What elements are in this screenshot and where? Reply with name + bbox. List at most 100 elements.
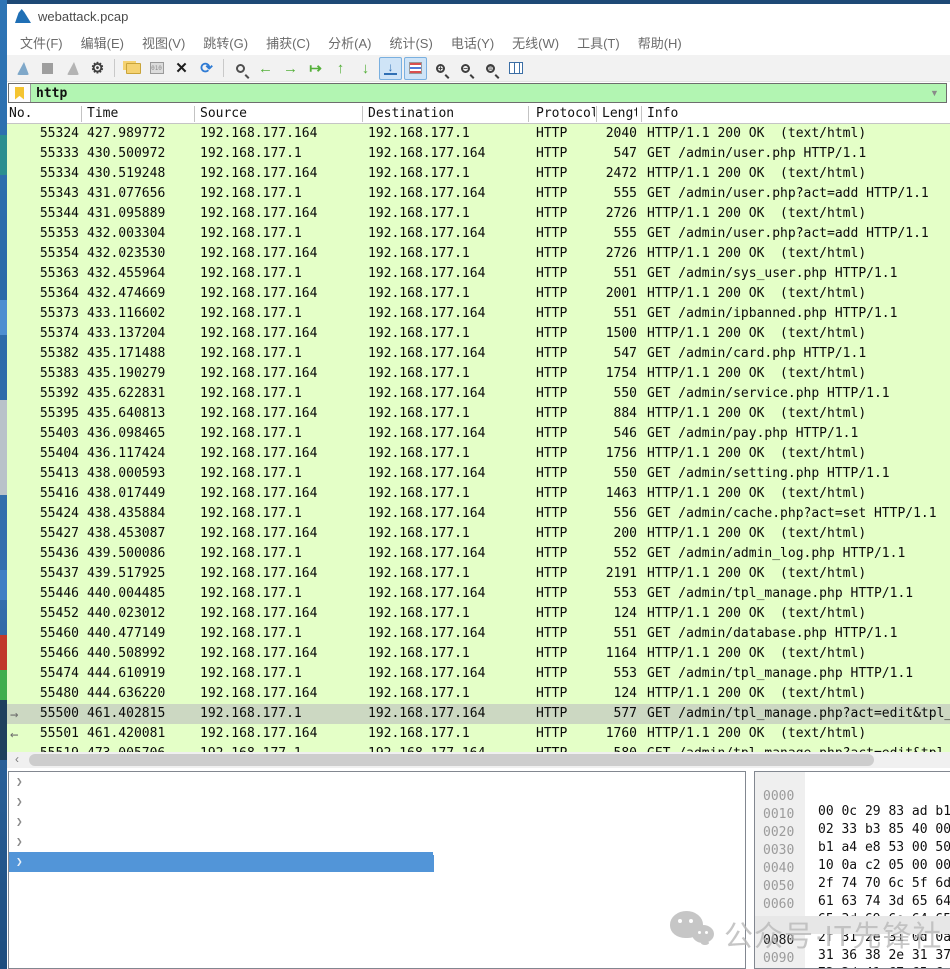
packet-row[interactable]: 55501 461.420081 192.168.177.164 192.168… — [7, 724, 950, 744]
packet-row[interactable]: 55374 433.137204 192.168.177.164 192.168… — [7, 324, 950, 344]
menu-item[interactable]: 捕获(C) — [257, 30, 319, 55]
column-header-time[interactable]: Time — [87, 104, 193, 123]
packet-list-header[interactable]: No. Time Source Destination Protocol Len… — [7, 104, 950, 124]
packet-row[interactable]: 55392 435.622831 192.168.177.1 192.168.1… — [7, 384, 950, 404]
go-last-packet-button[interactable]: ↓ — [354, 57, 377, 80]
filter-bookmark-button[interactable] — [9, 84, 31, 102]
packet-row[interactable]: 55324 427.989772 192.168.177.164 192.168… — [7, 124, 950, 144]
hex-row[interactable]: 00a0 2f 35 2e 30 20 28 — [755, 952, 950, 969]
horizontal-scrollbar[interactable]: ‹ — [7, 752, 950, 768]
packet-row[interactable]: 55403 436.098465 192.168.177.1 192.168.1… — [7, 424, 950, 444]
packet-row[interactable]: 55437 439.517925 192.168.177.164 192.168… — [7, 564, 950, 584]
packet-row[interactable]: 55333 430.500972 192.168.177.1 192.168.1… — [7, 144, 950, 164]
scroll-left-button[interactable]: ‹ — [9, 753, 25, 767]
menu-item[interactable]: 文件(F) — [11, 30, 72, 55]
packet-row[interactable]: 55474 444.610919 192.168.177.1 192.168.1… — [7, 664, 950, 684]
zoom-reset-button[interactable]: = — [479, 57, 502, 80]
packet-row[interactable]: 55466 440.508992 192.168.177.164 192.168… — [7, 644, 950, 664]
zoom-in-button[interactable]: + — [429, 57, 452, 80]
packet-row[interactable]: 55446 440.004485 192.168.177.1 192.168.1… — [7, 584, 950, 604]
go-to-packet-button[interactable]: ↦ — [304, 57, 327, 80]
packet-row[interactable]: 55363 432.455964 192.168.177.1 192.168.1… — [7, 264, 950, 284]
packet-row[interactable]: 55354 432.023530 192.168.177.164 192.168… — [7, 244, 950, 264]
column-divider[interactable] — [362, 106, 363, 122]
resize-columns-button[interactable] — [504, 57, 527, 80]
detail-tree-item[interactable]: ❯ Transmission Control Protocol, Src Por… — [9, 832, 745, 852]
close-file-button[interactable]: ✕ — [170, 57, 193, 80]
stop-capture-button[interactable] — [36, 57, 59, 80]
save-file-button[interactable]: 010 — [145, 57, 168, 80]
expand-chevron-icon[interactable]: ❯ — [16, 815, 23, 828]
column-divider[interactable] — [596, 106, 597, 122]
expand-chevron-icon[interactable]: ❯ — [16, 835, 23, 848]
detail-tree-item[interactable]: ❯ Internet Protocol Version 4, Src: 192.… — [9, 812, 745, 832]
column-header-no[interactable]: No. — [7, 104, 79, 123]
start-capture-button[interactable] — [11, 57, 34, 80]
packet-row[interactable]: 55344 431.095889 192.168.177.164 192.168… — [7, 204, 950, 224]
menu-item[interactable]: 电话(Y) — [442, 30, 503, 55]
column-header-length[interactable]: Length — [602, 104, 637, 123]
capture-options-button[interactable]: ⚙ — [86, 57, 109, 80]
filter-input[interactable]: http — [31, 84, 930, 102]
column-divider[interactable] — [81, 106, 82, 122]
zoom-out-button[interactable]: − — [454, 57, 477, 80]
column-divider[interactable] — [528, 106, 529, 122]
reload-file-button[interactable]: ⟳ — [195, 57, 218, 80]
open-file-button[interactable] — [120, 57, 143, 80]
expand-chevron-icon[interactable]: ❯ — [16, 795, 23, 808]
packet-row[interactable]: 55519 473.005706 192.168.177.1 192.168.1… — [7, 744, 950, 752]
packet-row[interactable]: 55416 438.017449 192.168.177.164 192.168… — [7, 484, 950, 504]
menu-item[interactable]: 跳转(G) — [194, 30, 257, 55]
packet-row[interactable]: 55460 440.477149 192.168.177.1 192.168.1… — [7, 624, 950, 644]
column-divider[interactable] — [194, 106, 195, 122]
packet-row[interactable]: 55353 432.003304 192.168.177.1 192.168.1… — [7, 224, 950, 244]
hex-row[interactable]: 0050 61 63 74 3d 65 64 — [755, 862, 950, 880]
column-header-source[interactable]: Source — [200, 104, 361, 123]
packet-row[interactable]: 55452 440.023012 192.168.177.164 192.168… — [7, 604, 950, 624]
packet-row[interactable]: 55364 432.474669 192.168.177.164 192.168… — [7, 284, 950, 304]
packet-row[interactable]: 55373 433.116602 192.168.177.1 192.168.1… — [7, 304, 950, 324]
expand-chevron-icon[interactable]: ❯ — [16, 855, 23, 868]
hex-row[interactable]: 0070 2f 31 2e 31 0d 0a — [755, 898, 950, 916]
hex-row[interactable]: 0020 b1 a4 e8 53 00 50 — [755, 808, 950, 826]
hex-row[interactable]: 0060 65 3d 69 6e 64 65 — [755, 880, 950, 898]
menu-item[interactable]: 帮助(H) — [629, 30, 691, 55]
packet-row[interactable]: 55424 438.435884 192.168.177.1 192.168.1… — [7, 504, 950, 524]
menu-item[interactable]: 分析(A) — [319, 30, 380, 55]
filter-dropdown-icon[interactable]: ▼ — [930, 84, 946, 102]
detail-tree-item[interactable]: ❯ Frame 55500: 577 bytes on wire (4616 b… — [9, 772, 745, 792]
column-header-protocol[interactable]: Protocol — [536, 104, 595, 123]
menu-item[interactable]: 工具(T) — [568, 30, 629, 55]
restart-capture-button[interactable] — [61, 57, 84, 80]
find-packet-button[interactable] — [229, 57, 252, 80]
hex-row[interactable]: 0090 72 2d 41 67 65 6e — [755, 934, 950, 952]
go-back-button[interactable]: ← — [254, 57, 277, 80]
detail-tree-item[interactable]: ❯ Hypertext Transfer Protocol — [9, 852, 745, 872]
go-forward-button[interactable]: → — [279, 57, 302, 80]
hex-row[interactable]: 0010 02 33 b3 85 40 00 — [755, 790, 950, 808]
column-divider[interactable] — [641, 106, 642, 122]
auto-scroll-button[interactable]: ↓ — [379, 57, 402, 80]
packet-row[interactable]: 55334 430.519248 192.168.177.164 192.168… — [7, 164, 950, 184]
packet-row[interactable]: 55382 435.171488 192.168.177.1 192.168.1… — [7, 344, 950, 364]
packet-row[interactable]: 55500 461.402815 192.168.177.1 192.168.1… — [7, 704, 950, 724]
packet-row[interactable]: 55413 438.000593 192.168.177.1 192.168.1… — [7, 464, 950, 484]
hex-row[interactable]: 0030 10 0a c2 05 00 00 — [755, 826, 950, 844]
packet-row[interactable]: 55383 435.190279 192.168.177.164 192.168… — [7, 364, 950, 384]
packet-row[interactable]: 55395 435.640813 192.168.177.164 192.168… — [7, 404, 950, 424]
menu-item[interactable]: 统计(S) — [380, 30, 441, 55]
packet-row[interactable]: 55404 436.117424 192.168.177.164 192.168… — [7, 444, 950, 464]
colorize-button[interactable] — [404, 57, 427, 80]
menu-item[interactable]: 编辑(E) — [72, 30, 133, 55]
packet-row[interactable]: 55436 439.500086 192.168.177.1 192.168.1… — [7, 544, 950, 564]
hex-row[interactable]: 0080 31 36 38 2e 31 37 — [755, 916, 950, 934]
display-filter-bar[interactable]: http ▼ — [8, 83, 947, 103]
menu-item[interactable]: 视图(V) — [133, 30, 194, 55]
go-first-packet-button[interactable]: ↑ — [329, 57, 352, 80]
hex-row[interactable]: 0000 00 0c 29 83 ad b1 — [755, 772, 950, 790]
menu-item[interactable]: 无线(W) — [503, 30, 568, 55]
column-header-info[interactable]: Info — [647, 104, 950, 123]
scrollbar-thumb[interactable] — [29, 754, 874, 766]
packet-row[interactable]: 55480 444.636220 192.168.177.164 192.168… — [7, 684, 950, 704]
packet-row[interactable]: 55427 438.453087 192.168.177.164 192.168… — [7, 524, 950, 544]
